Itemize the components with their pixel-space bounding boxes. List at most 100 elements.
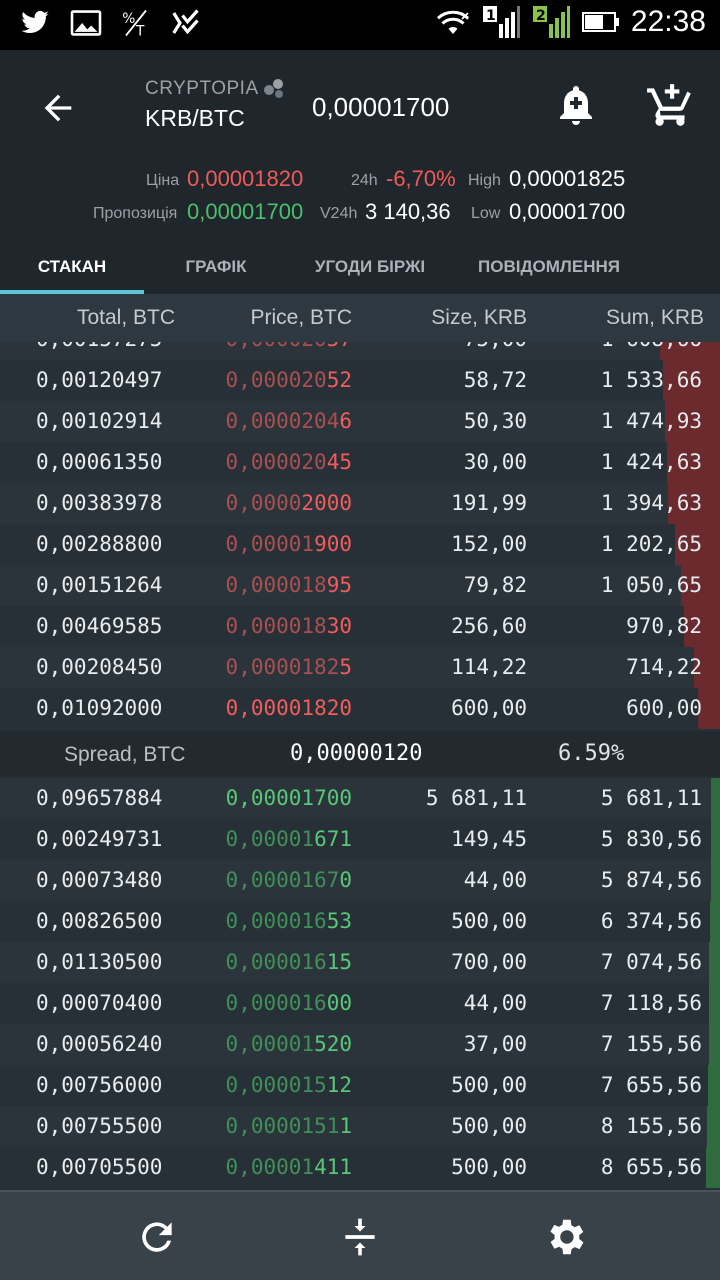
bid-depth-bar: [708, 1065, 720, 1106]
ask-total: 0,00151264: [36, 573, 163, 597]
bid-sum: 8 155,56: [600, 1114, 702, 1138]
add-to-portfolio-button[interactable]: [644, 80, 696, 130]
tab-messages[interactable]: ПОВІДОМЛЕННЯ: [452, 240, 646, 294]
ask-sum: 1 202,65: [600, 532, 702, 556]
bid-sum: 6 374,56: [600, 909, 702, 933]
bid-price-highlight: 520: [314, 1032, 352, 1056]
bid-row[interactable]: 0,00705500 0,00001411 500,00 8 655,56: [0, 1147, 720, 1188]
ask-total: 0,00157275: [36, 342, 162, 351]
bid-depth-bar: [709, 1024, 720, 1065]
battery-icon: [581, 12, 619, 32]
asks-scroll: 0,001572750,0000205775,001 608,660,00120…: [0, 342, 720, 729]
collapse-button[interactable]: [335, 1212, 385, 1262]
ask-row[interactable]: 0,00157275 0,00002057 75,00 1 608,66: [0, 342, 720, 360]
clock: 22:38: [630, 5, 706, 38]
back-button[interactable]: [30, 80, 86, 136]
bid-total: 0,00070400: [36, 991, 163, 1015]
price-value: 0,00001820: [187, 166, 304, 191]
status-bar: % T 1 2 22:38: [0, 0, 720, 50]
bid-total: 0,00826500: [36, 909, 163, 933]
ask-sum: 1 394,63: [600, 491, 702, 515]
bid-row[interactable]: 0,00755500 0,00001511 500,00 8 155,56: [0, 1106, 720, 1147]
ask-total: 0,00120497: [36, 368, 163, 392]
volume-label: V24h: [320, 205, 358, 222]
bid-row[interactable]: 0,00073480 0,00001670 44,00 5 874,56: [0, 860, 720, 901]
bid-price-highlight: 15: [326, 950, 352, 974]
bid-size: 149,45: [451, 827, 527, 851]
bids-list[interactable]: 0,09657884 0,00001700 5 681,11 5 681,11 0,00…: [0, 778, 720, 1188]
tab-chart[interactable]: ГРАФІК: [144, 240, 288, 294]
bid-price: 0,00001512: [226, 1073, 352, 1097]
low-value: 0,00001700: [509, 199, 626, 224]
bid-row[interactable]: 0,00826500 0,00001653 500,00 6 374,56: [0, 901, 720, 942]
ask-row[interactable]: 0,00151264 0,00001895 79,82 1 050,65: [0, 565, 720, 606]
bid-row[interactable]: 0,00056240 0,00001520 37,00 7 155,56: [0, 1024, 720, 1065]
ask-row[interactable]: 0,00102914 0,00002046 50,30 1 474,93: [0, 401, 720, 442]
column-size[interactable]: Size, KRB: [431, 306, 527, 330]
bid-price: 0,00001653: [226, 909, 352, 933]
tab-order-book[interactable]: СТАКАН: [0, 240, 144, 294]
gallery-icon: [70, 10, 102, 36]
column-total[interactable]: Total, BTC: [77, 306, 175, 330]
change-label: 24h: [351, 172, 378, 189]
bid-depth-bar: [711, 778, 720, 819]
ask-size: 114,22: [451, 655, 527, 679]
column-price[interactable]: Price, BTC: [250, 306, 352, 330]
exchange-name: CRYPTOPIA: [145, 78, 259, 99]
bid-total: 0,00756000: [36, 1073, 163, 1097]
wifi-icon: [436, 10, 469, 34]
volume-value: 3 140,36: [365, 199, 451, 224]
order-book-header: Total, BTC Price, BTC Size, KRB Sum, KRB: [0, 294, 720, 342]
ask-row[interactable]: 0,00288800 0,00001900 152,00 1 202,65: [0, 524, 720, 565]
bid-price-highlight: 0,00001700: [225, 786, 352, 810]
ask-row[interactable]: 0,00469585 0,00001830 256,60 970,82: [0, 606, 720, 647]
ask-row[interactable]: 0,00208450 0,00001825 114,22 714,22: [0, 647, 720, 688]
ask-total: 0,00288800: [36, 532, 163, 556]
offer-value: 0,00001700: [187, 199, 304, 224]
add-alert-button[interactable]: [552, 80, 600, 130]
ask-price-prefix: 0,000018: [225, 614, 327, 638]
bid-total: 0,09657884: [36, 786, 163, 810]
settings-button[interactable]: [540, 1212, 590, 1262]
bid-price-prefix: 0,000016: [225, 991, 327, 1015]
ask-row[interactable]: 0,00383978 0,00002000 191,99 1 394,63: [0, 483, 720, 524]
ask-sum: 600,00: [626, 696, 702, 720]
ask-row[interactable]: 0,00120497 0,00002052 58,72 1 533,66: [0, 360, 720, 401]
bid-price-highlight: 1: [339, 1114, 352, 1138]
bid-price-highlight: 0: [339, 868, 352, 892]
ask-row[interactable]: 0,00061350 0,00002045 30,00 1 424,63: [0, 442, 720, 483]
ask-price-prefix: 0,000020: [226, 342, 327, 351]
refresh-button[interactable]: [132, 1212, 182, 1262]
bid-price-prefix: 0,0000151: [225, 1114, 340, 1138]
high-value: 0,00001825: [509, 166, 626, 191]
notification-icons: % T: [18, 8, 200, 38]
bid-row[interactable]: 0,00756000 0,00001512 500,00 7 655,56: [0, 1065, 720, 1106]
svg-text:1: 1: [486, 8, 496, 24]
bell-plus-icon: [560, 86, 592, 125]
bid-total: 0,00073480: [36, 868, 163, 892]
ask-price-prefix: 0,000020: [225, 368, 327, 392]
bid-row[interactable]: 0,09657884 0,00001700 5 681,11 5 681,11: [0, 778, 720, 819]
bid-row[interactable]: 0,00249731 0,00001671 149,45 5 830,56: [0, 819, 720, 860]
column-sum[interactable]: Sum, KRB: [606, 306, 704, 330]
ask-sum: 1 608,66: [601, 342, 702, 351]
bid-row[interactable]: 0,01130500 0,00001615 700,00 7 074,56: [0, 942, 720, 983]
spread-percent: 6.59%: [558, 741, 625, 766]
ask-row[interactable]: 0,01092000 0,00001820 600,00 600,00: [0, 688, 720, 729]
bid-total: 0,00056240: [36, 1032, 163, 1056]
ask-price-prefix: 0,00001: [225, 532, 315, 556]
ask-price-highlight: 45: [326, 450, 352, 474]
bid-total: 0,00249731: [36, 827, 163, 851]
bid-row[interactable]: 0,00070400 0,00001600 44,00 7 118,56: [0, 983, 720, 1024]
bid-sum: 7 074,56: [600, 950, 702, 974]
exchange-logo-icon: [264, 79, 283, 98]
asks-list[interactable]: 0,001572750,0000205775,001 608,660,00120…: [0, 342, 720, 729]
tab-exchange-trades[interactable]: УГОДИ БІРЖІ: [288, 240, 452, 294]
bid-sum: 5 830,56: [600, 827, 702, 851]
ask-price-highlight: 5: [339, 655, 352, 679]
ask-price: 0,00001900: [226, 532, 352, 556]
signal-sim2-icon: 2: [532, 6, 570, 38]
bid-size: 500,00: [451, 1114, 527, 1138]
ask-size: 75,00: [464, 342, 527, 351]
bids-scroll: 0,09657884 0,00001700 5 681,11 5 681,11 0,00…: [0, 778, 720, 1188]
